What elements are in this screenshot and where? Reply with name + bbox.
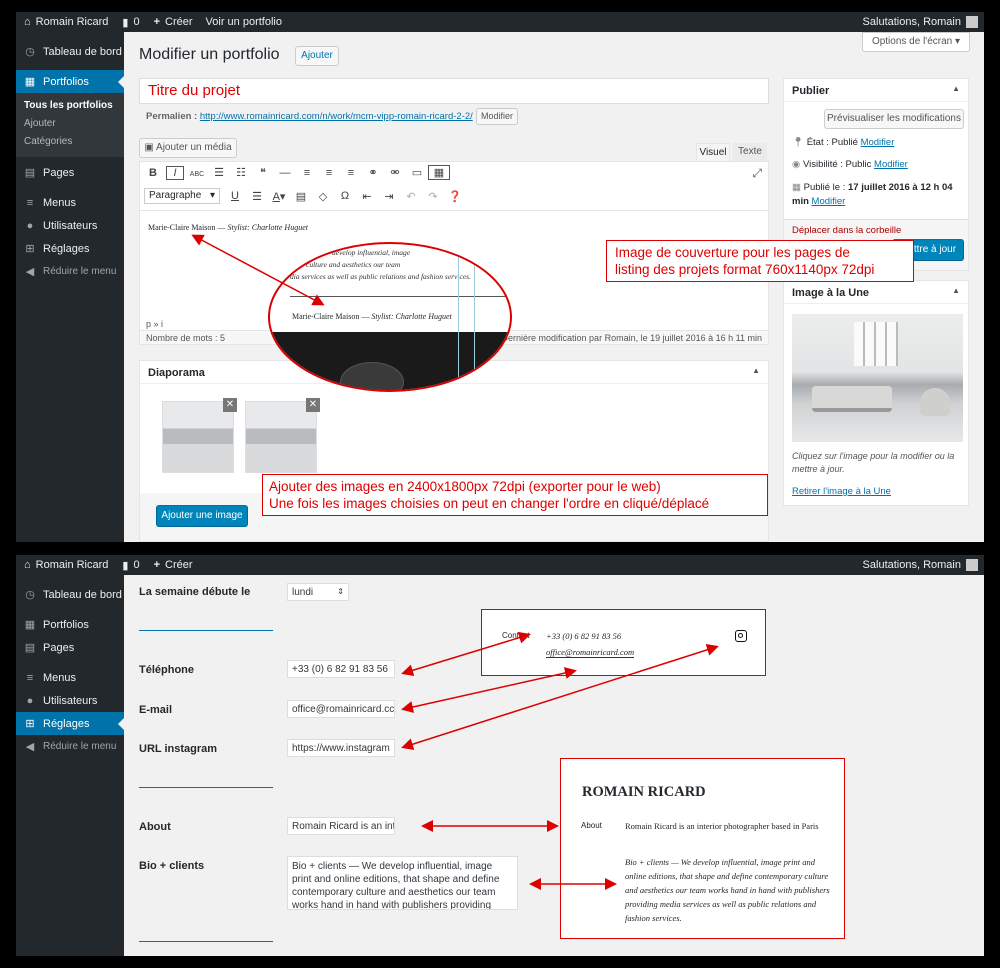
annotation-arrows — [191, 234, 325, 306]
phone-arrow — [401, 631, 531, 677]
zoom-arrow — [191, 234, 325, 306]
email-arrow — [401, 667, 577, 713]
settings-panel: ⌂ Romain Ricard ▮ 0 + Créer Salutations, Ro… — [16, 555, 984, 956]
edit-portfolio-panel: ⌂ Romain Ricard ▮ 0 + Créer Voir un portfol… — [16, 12, 984, 542]
annotation-arrows — [401, 631, 719, 890]
instagram-arrow — [401, 644, 719, 750]
